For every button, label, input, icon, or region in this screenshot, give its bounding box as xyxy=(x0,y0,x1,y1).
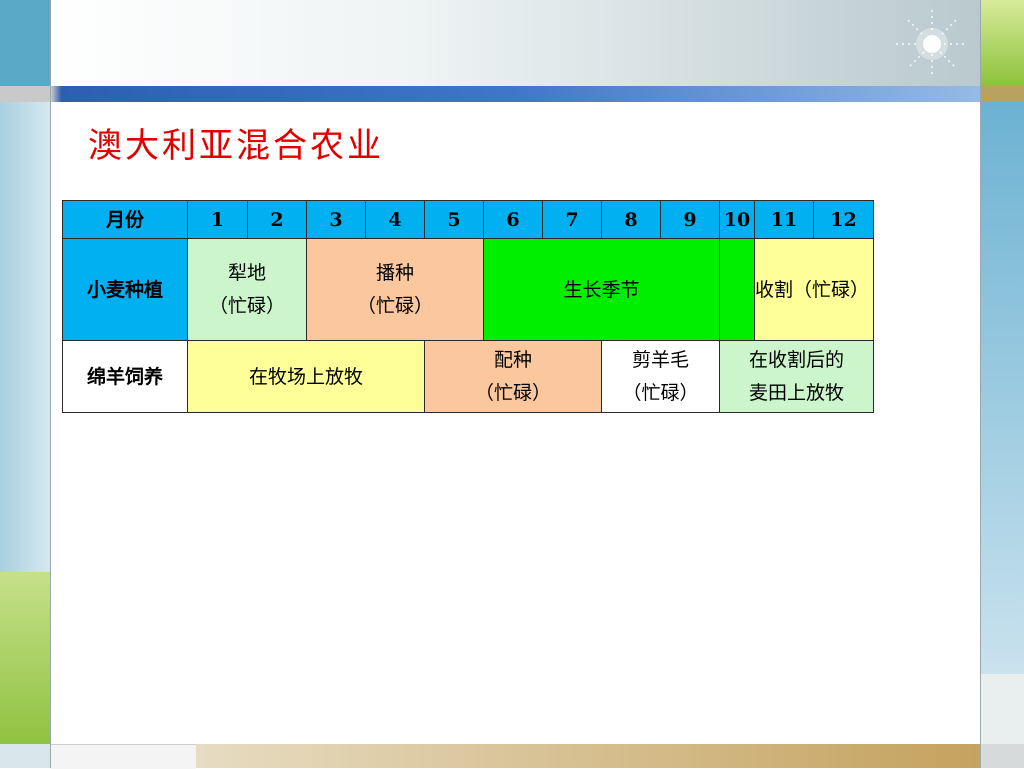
sparkle-icon xyxy=(896,10,968,78)
right-bottom-block xyxy=(980,674,1024,744)
growing-season-tail-cell xyxy=(719,238,755,341)
sheep-row-label: 绵羊饲养 xyxy=(62,340,188,413)
left-green-block xyxy=(0,572,50,744)
shearing-cell: 剪羊毛 （忙碌） xyxy=(601,340,720,413)
month-cell: 8 xyxy=(601,200,661,239)
month-cell: 10 xyxy=(719,200,755,239)
month-header-label: 月份 xyxy=(62,200,188,239)
month-cell: 9 xyxy=(660,200,720,239)
breeding-cell: 配种 （忙碌） xyxy=(424,340,602,413)
month-cell: 2 xyxy=(247,200,307,239)
plowing-cell: 犁地 （忙碌） xyxy=(187,238,307,341)
month-cell: 1 xyxy=(187,200,248,239)
shearing-line1: 剪羊毛 xyxy=(631,348,689,371)
wheat-row: 小麦种植 犁地 （忙碌） 播种 （忙碌） 生长季节 收割（忙碌） xyxy=(62,238,874,341)
right-foot-block xyxy=(980,744,1024,768)
breeding-line2: （忙碌） xyxy=(474,381,551,404)
harvest-cell: 收割（忙碌） xyxy=(754,238,874,341)
plowing-line1: 犁地 xyxy=(227,261,266,284)
sowing-line2: （忙碌） xyxy=(356,294,433,317)
stubble-grazing-cell: 在收割后的 麦田上放牧 xyxy=(719,340,874,413)
month-cell: 7 xyxy=(542,200,602,239)
top-bar-right-block xyxy=(980,86,1024,102)
left-bottom-block xyxy=(0,744,50,768)
page-title: 澳大利亚混合农业 xyxy=(88,126,384,166)
month-cell: 12 xyxy=(813,200,874,239)
right-divider-line xyxy=(980,0,981,768)
stubble-line2: 麦田上放牧 xyxy=(748,381,844,404)
growing-season-cell: 生长季节 xyxy=(483,238,720,341)
sowing-cell: 播种 （忙碌） xyxy=(306,238,484,341)
month-cell: 4 xyxy=(365,200,425,239)
bottom-bar xyxy=(196,744,980,768)
left-side-block xyxy=(0,102,50,572)
sheep-row: 绵羊饲养 在牧场上放牧 配种 （忙碌） 剪羊毛 （忙碌） 在收割后的 麦田上放牧 xyxy=(62,340,874,413)
right-side-block xyxy=(980,102,1024,674)
month-cell: 11 xyxy=(754,200,814,239)
left-divider-line xyxy=(50,0,51,768)
month-cell: 6 xyxy=(483,200,543,239)
top-bar-left-block xyxy=(0,86,50,102)
pasture-grazing-cell: 在牧场上放牧 xyxy=(187,340,425,413)
bottom-bar-left xyxy=(50,744,196,769)
left-top-block xyxy=(0,0,50,86)
top-blue-bar xyxy=(0,86,1024,102)
month-cell: 5 xyxy=(424,200,484,239)
month-cell: 3 xyxy=(306,200,366,239)
breeding-line1: 配种 xyxy=(493,348,532,371)
stubble-line1: 在收割后的 xyxy=(748,348,844,371)
plowing-line2: （忙碌） xyxy=(208,294,285,317)
shearing-line2: （忙碌） xyxy=(622,381,699,404)
right-green-block xyxy=(980,0,1024,86)
wheat-row-label: 小麦种植 xyxy=(62,238,188,341)
month-header-row: 月份 1 2 3 4 5 6 7 8 9 10 11 12 xyxy=(62,200,874,239)
top-banner xyxy=(50,0,980,86)
sowing-line1: 播种 xyxy=(375,261,414,284)
agriculture-calendar-table: 月份 1 2 3 4 5 6 7 8 9 10 11 12 小麦种植 犁地 （忙… xyxy=(62,200,874,413)
